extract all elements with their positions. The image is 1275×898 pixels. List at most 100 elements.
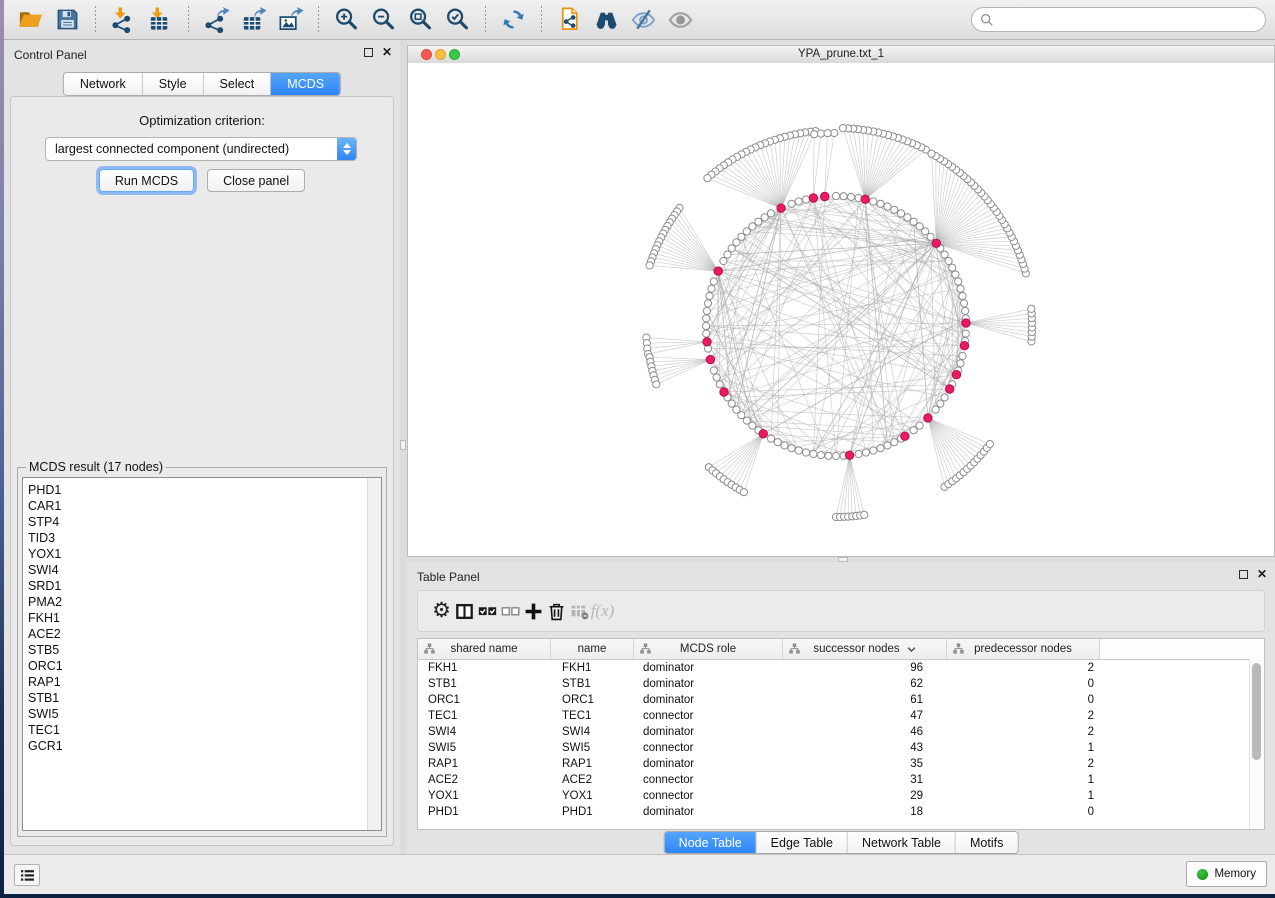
tab-network[interactable]: Network <box>64 73 143 95</box>
mcds-result-item[interactable]: STB1 <box>23 690 381 706</box>
mcds-result-item[interactable]: ORC1 <box>23 658 381 674</box>
table-row[interactable]: YOX1YOX1connector291 <box>418 788 1264 804</box>
table-cell[interactable]: ORC1 <box>551 692 634 708</box>
import-table-from-file-button[interactable] <box>142 3 179 37</box>
float-panel-icon[interactable] <box>1239 570 1248 579</box>
tab-node-table[interactable]: Node Table <box>665 832 757 853</box>
table-row[interactable]: FKH1FKH1dominator962 <box>418 660 1264 676</box>
network-canvas[interactable] <box>408 63 1274 556</box>
tab-select[interactable]: Select <box>204 73 272 95</box>
table-cell[interactable]: connector <box>634 740 783 756</box>
mcds-result-item[interactable]: SRD1 <box>23 578 381 594</box>
search-network-button[interactable] <box>588 3 625 37</box>
delete-column-button[interactable] <box>545 599 568 623</box>
mcds-result-item[interactable]: PHD1 <box>23 482 381 498</box>
table-row[interactable]: TEC1TEC1connector472 <box>418 708 1264 724</box>
table-scrollbar[interactable] <box>1249 659 1264 829</box>
table-row[interactable]: SWI5SWI5connector431 <box>418 740 1264 756</box>
column-header-successor-nodes[interactable]: successor nodes <box>783 639 947 659</box>
table-cell[interactable]: STB1 <box>551 676 634 692</box>
float-panel-icon[interactable] <box>364 48 373 57</box>
table-cell[interactable]: 2 <box>947 708 1100 724</box>
table-cell[interactable]: FKH1 <box>551 660 634 676</box>
export-network-button[interactable] <box>198 3 235 37</box>
table-cell[interactable]: 61 <box>783 692 947 708</box>
column-header-name[interactable]: name <box>551 639 634 659</box>
table-cell[interactable]: dominator <box>634 724 783 740</box>
table-cell[interactable]: ACE2 <box>551 772 634 788</box>
mcds-result-item[interactable]: CAR1 <box>23 498 381 514</box>
table-row[interactable]: SWI4SWI4dominator462 <box>418 724 1264 740</box>
table-cell[interactable]: 0 <box>947 804 1100 820</box>
import-network-from-file-button[interactable] <box>105 3 142 37</box>
column-header-predecessor-nodes[interactable]: predecessor nodes <box>947 639 1100 659</box>
mcds-result-item[interactable]: TEC1 <box>23 722 381 738</box>
column-header-shared-name[interactable]: shared name <box>418 639 551 659</box>
mcds-result-item[interactable]: FKH1 <box>23 610 381 626</box>
splitter-handle-icon[interactable] <box>400 440 406 450</box>
table-cell[interactable]: 96 <box>783 660 947 676</box>
mcds-result-item[interactable]: TID3 <box>23 530 381 546</box>
table-cell[interactable]: 35 <box>783 756 947 772</box>
mcds-result-scrollbar[interactable] <box>367 478 381 830</box>
close-panel-button[interactable]: Close panel <box>207 169 305 192</box>
table-cell[interactable]: STB1 <box>418 676 551 692</box>
table-cell[interactable]: 1 <box>947 740 1100 756</box>
tab-network-table[interactable]: Network Table <box>848 832 956 853</box>
zoom-in-button[interactable] <box>328 3 365 37</box>
mcds-result-item[interactable]: SWI4 <box>23 562 381 578</box>
optimization-criterion-select[interactable]: largest connected component (undirected) <box>45 137 357 161</box>
table-row[interactable]: ACE2ACE2connector311 <box>418 772 1264 788</box>
table-cell[interactable]: dominator <box>634 756 783 772</box>
export-image-button[interactable] <box>272 3 309 37</box>
open-file-button[interactable] <box>12 3 49 37</box>
deselect-all-button[interactable] <box>499 599 522 623</box>
close-panel-icon[interactable]: ✕ <box>1257 569 1267 580</box>
tab-mcds[interactable]: MCDS <box>271 73 340 95</box>
mcds-result-item[interactable]: STB5 <box>23 642 381 658</box>
table-cell[interactable]: 31 <box>783 772 947 788</box>
hide-selected-button[interactable] <box>625 3 662 37</box>
mcds-result-item[interactable]: GCR1 <box>23 738 381 754</box>
table-cell[interactable]: dominator <box>634 676 783 692</box>
column-header-mcds-role[interactable]: MCDS role <box>634 639 783 659</box>
table-cell[interactable]: 29 <box>783 788 947 804</box>
clone-network-button[interactable] <box>551 3 588 37</box>
table-cell[interactable]: connector <box>634 772 783 788</box>
table-cell[interactable]: connector <box>634 788 783 804</box>
refresh-view-button[interactable] <box>495 3 532 37</box>
table-cell[interactable]: SWI5 <box>418 740 551 756</box>
table-cell[interactable]: ACE2 <box>418 772 551 788</box>
table-cell[interactable]: 2 <box>947 660 1100 676</box>
table-cell[interactable]: FKH1 <box>418 660 551 676</box>
mcds-result-item[interactable]: ACE2 <box>23 626 381 642</box>
memory-button[interactable]: Memory <box>1186 861 1267 887</box>
table-cell[interactable]: 1 <box>947 788 1100 804</box>
table-cell[interactable]: 2 <box>947 756 1100 772</box>
table-cell[interactable]: RAP1 <box>418 756 551 772</box>
table-cell[interactable]: SWI5 <box>551 740 634 756</box>
tab-motifs[interactable]: Motifs <box>956 832 1017 853</box>
table-cell[interactable]: dominator <box>634 660 783 676</box>
zoom-selected-button[interactable] <box>439 3 476 37</box>
scrollbar-thumb[interactable] <box>1252 663 1261 760</box>
table-cell[interactable]: dominator <box>634 804 783 820</box>
close-panel-icon[interactable]: ✕ <box>382 47 392 58</box>
table-cell[interactable]: 62 <box>783 676 947 692</box>
table-cell[interactable]: 47 <box>783 708 947 724</box>
table-cell[interactable]: 0 <box>947 676 1100 692</box>
table-cell[interactable]: TEC1 <box>551 708 634 724</box>
table-cell[interactable]: 18 <box>783 804 947 820</box>
run-mcds-button[interactable]: Run MCDS <box>99 169 194 192</box>
table-cell[interactable]: connector <box>634 708 783 724</box>
column-visibility-button[interactable] <box>453 599 476 623</box>
mcds-result-item[interactable]: YOX1 <box>23 546 381 562</box>
table-cell[interactable]: TEC1 <box>418 708 551 724</box>
table-cell[interactable]: PHD1 <box>418 804 551 820</box>
table-row[interactable]: RAP1RAP1dominator352 <box>418 756 1264 772</box>
table-row[interactable]: STB1STB1dominator620 <box>418 676 1264 692</box>
table-cell[interactable]: ORC1 <box>418 692 551 708</box>
search-input[interactable] <box>998 9 1265 31</box>
table-cell[interactable]: 2 <box>947 724 1100 740</box>
table-cell[interactable]: dominator <box>634 692 783 708</box>
